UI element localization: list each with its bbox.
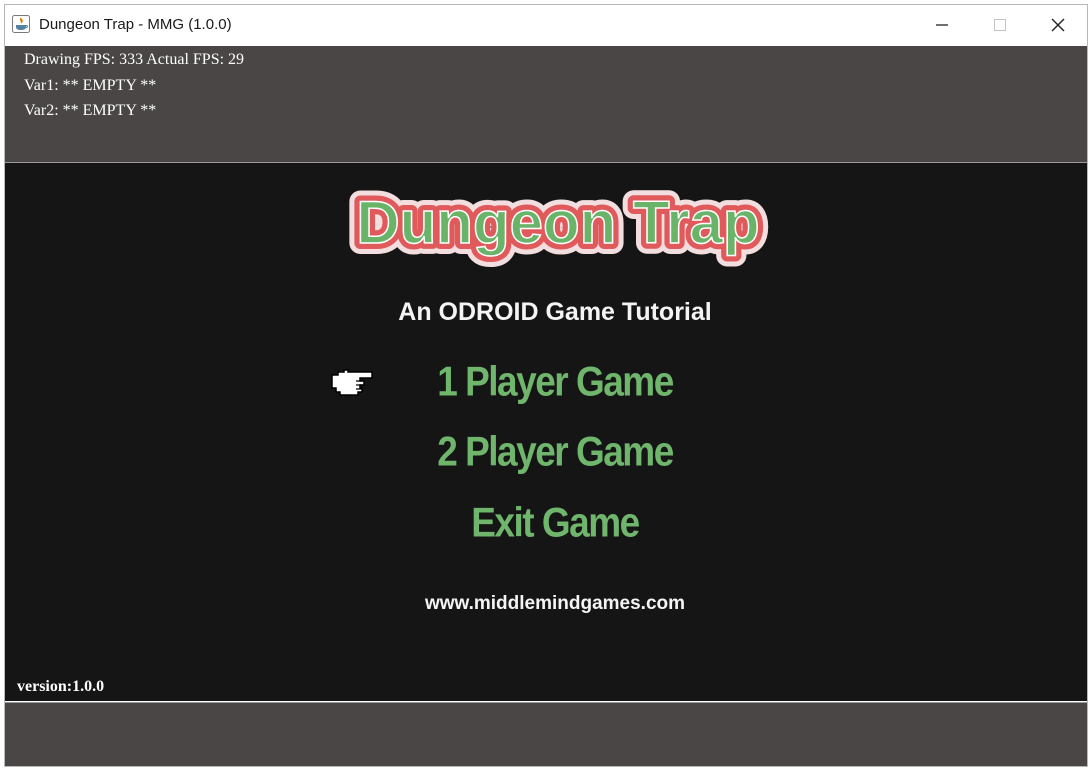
maximize-button[interactable]	[971, 5, 1029, 45]
var2-readout: Var2: ** EMPTY **	[24, 102, 157, 119]
var1-readout: Var1: ** EMPTY **	[24, 77, 157, 94]
close-icon	[1051, 18, 1065, 32]
maximize-icon	[994, 19, 1006, 31]
window-title: Dungeon Trap - MMG (1.0.0)	[39, 16, 232, 33]
game-subtitle: An ODROID Game Tutorial	[398, 298, 712, 326]
fps-readout: Drawing FPS: 333 Actual FPS: 29	[24, 51, 245, 68]
debug-panel: Drawing FPS: 333 Actual FPS: 29 Var1: **…	[5, 46, 1087, 163]
bottom-panel	[5, 702, 1087, 766]
website-url: www.middlemindgames.com	[424, 593, 686, 614]
app-window: Dungeon Trap - MMG (1.0.0) Drawing FPS: …	[4, 4, 1088, 767]
game-canvas[interactable]: Dungeon Trap Dungeon Trap Dungeon Trap A…	[5, 163, 1087, 701]
menu-exit-game[interactable]: Exit Game	[5, 499, 1087, 546]
minimize-icon	[936, 24, 948, 26]
minimize-button[interactable]	[913, 5, 971, 45]
logo-text: Dungeon Trap	[356, 189, 759, 256]
version-label: version:1.0.0	[17, 678, 105, 695]
menu-2-player-game[interactable]: 2 Player Game	[5, 428, 1087, 475]
game-logo: Dungeon Trap Dungeon Trap Dungeon Trap	[345, 181, 770, 267]
menu-1-player-game[interactable]: 1 Player Game	[5, 358, 1087, 405]
java-icon	[12, 15, 30, 33]
close-button[interactable]	[1029, 5, 1087, 45]
title-bar[interactable]: Dungeon Trap - MMG (1.0.0)	[5, 5, 1087, 46]
